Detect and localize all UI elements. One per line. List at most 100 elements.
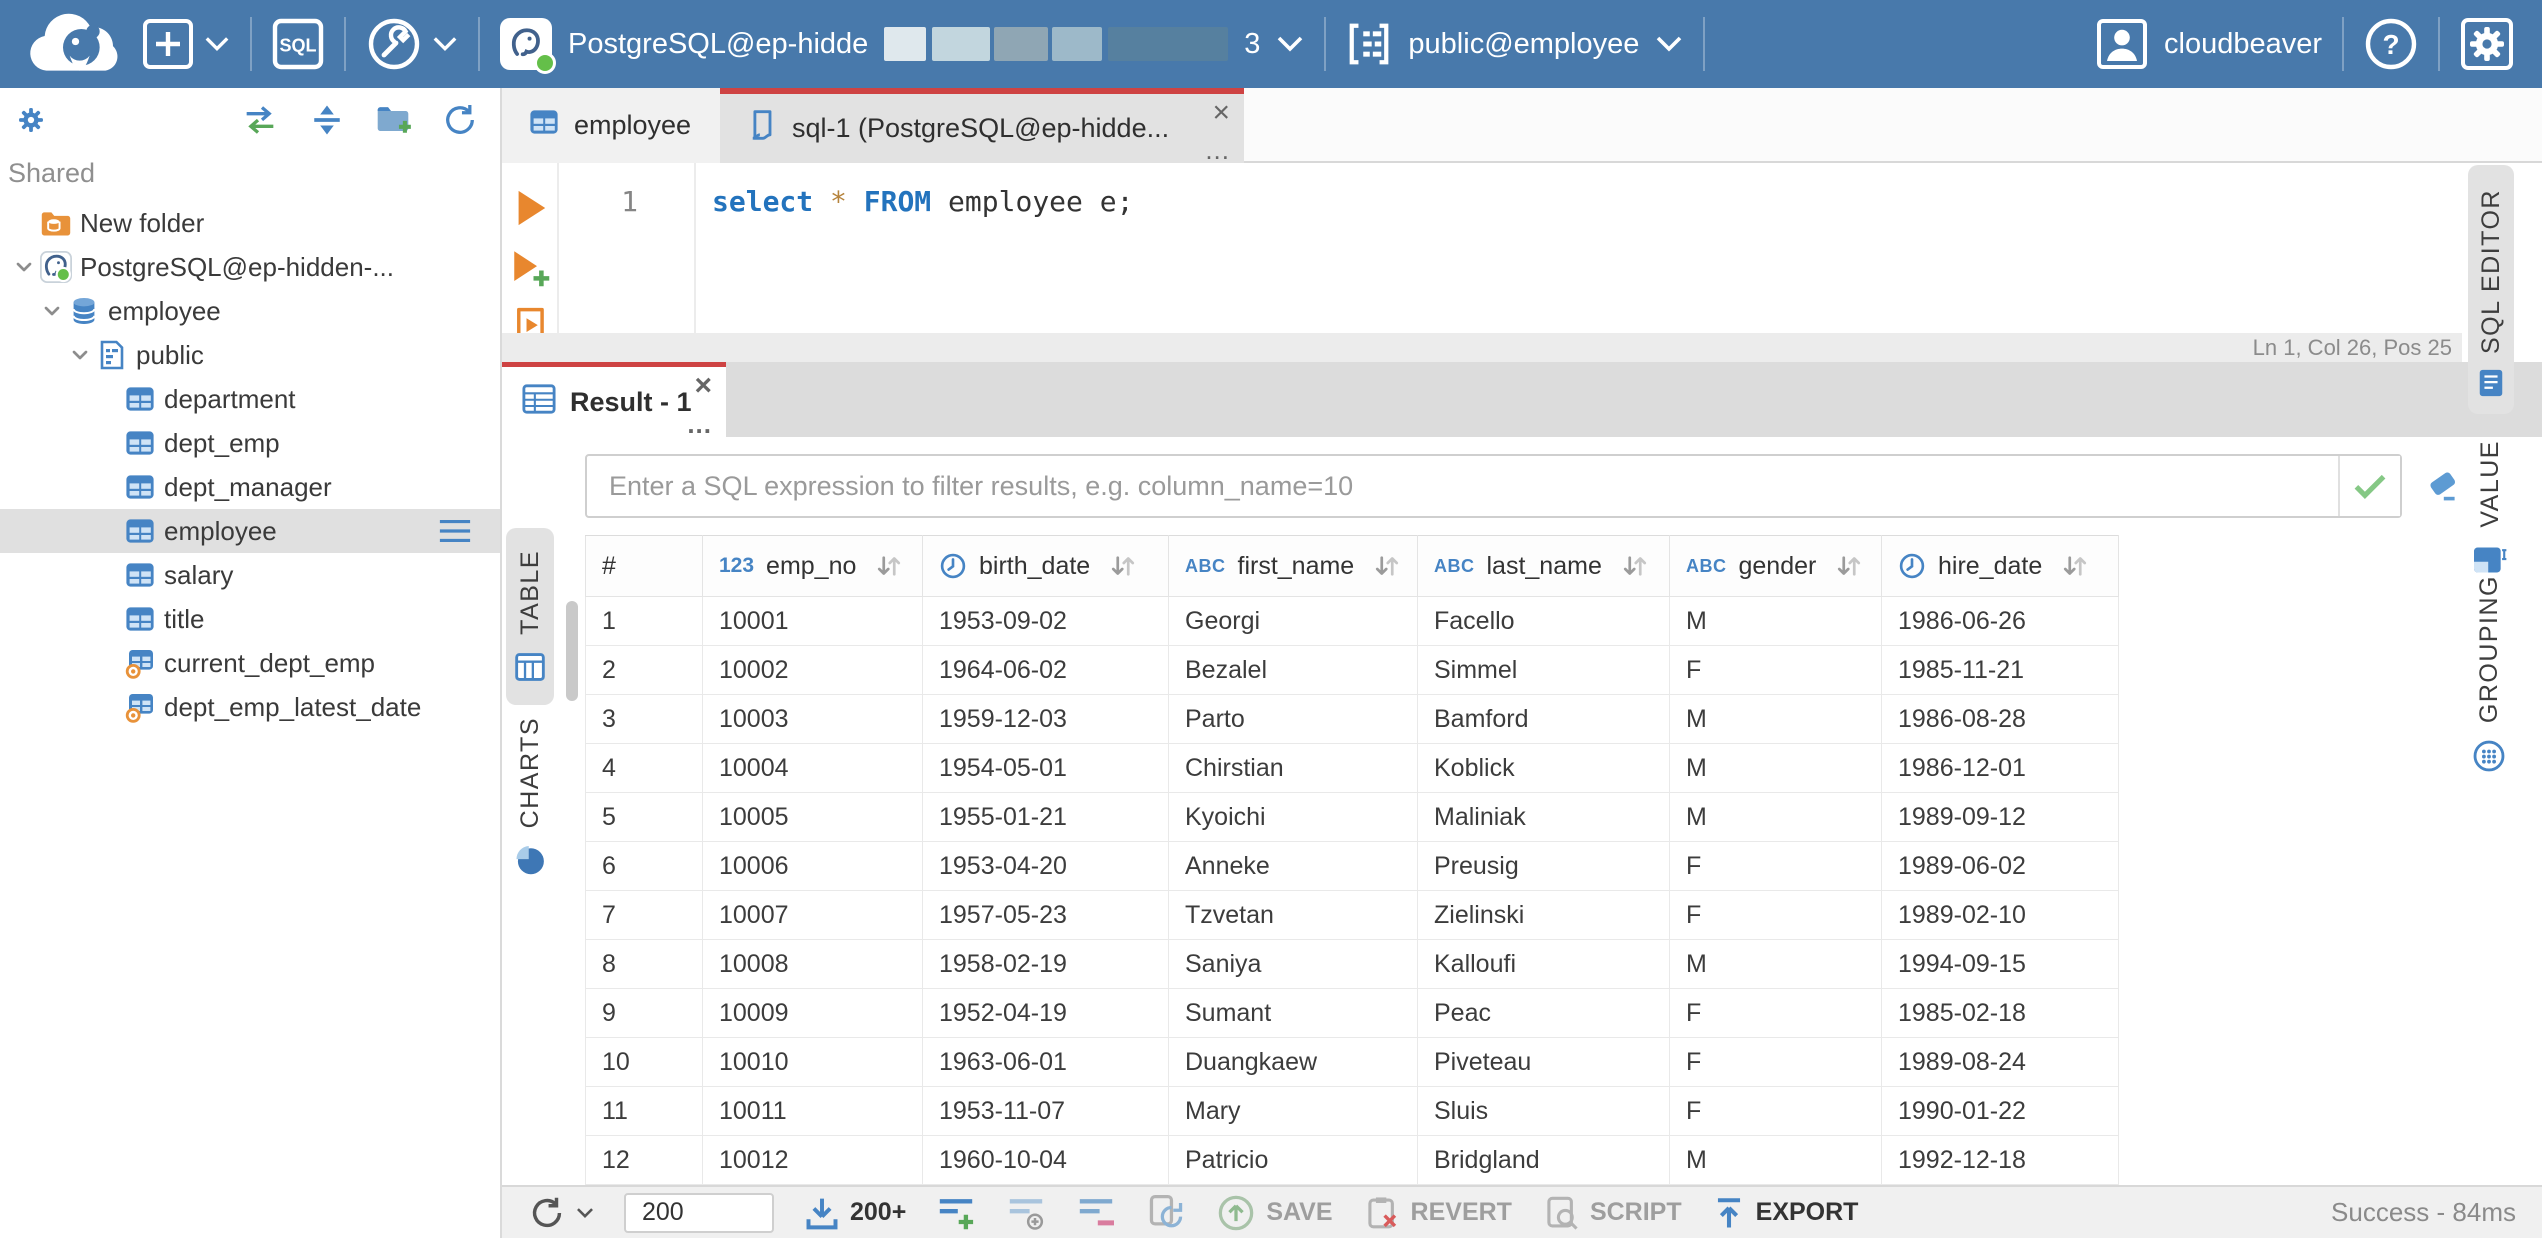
column-header-hire_date[interactable]: hire_date bbox=[1881, 535, 2119, 597]
table-cell[interactable]: M bbox=[1669, 1135, 1882, 1185]
sort-icon[interactable] bbox=[1372, 552, 1402, 580]
table-cell[interactable]: 6 bbox=[585, 841, 703, 891]
table-cell[interactable]: F bbox=[1669, 1037, 1882, 1087]
tree-item-dept-emp-latest-date[interactable]: dept_emp_latest_date bbox=[0, 685, 500, 729]
table-cell[interactable]: Tzvetan bbox=[1168, 890, 1418, 940]
table-cell[interactable]: Koblick bbox=[1417, 743, 1670, 793]
table-cell[interactable]: Patricio bbox=[1168, 1135, 1418, 1185]
table-cell[interactable]: 10 bbox=[585, 1037, 703, 1087]
driver-manager-button[interactable] bbox=[366, 16, 458, 72]
table-cell[interactable]: 1953-04-20 bbox=[922, 841, 1169, 891]
tree-item-current-dept-emp[interactable]: current_dept_emp bbox=[0, 641, 500, 685]
table-cell[interactable]: Saniya bbox=[1168, 939, 1418, 989]
table-cell[interactable]: 1953-09-02 bbox=[922, 596, 1169, 646]
sort-icon[interactable] bbox=[1834, 552, 1864, 580]
table-cell[interactable]: 4 bbox=[585, 743, 703, 793]
table-cell[interactable]: M bbox=[1669, 939, 1882, 989]
new-object-button[interactable] bbox=[142, 18, 230, 70]
tab-sql-editor-panel[interactable]: SQL EDITOR bbox=[2468, 165, 2514, 415]
user-menu[interactable]: cloudbeaver bbox=[2096, 18, 2322, 70]
script-button[interactable]: SCRIPT bbox=[1542, 1193, 1682, 1233]
sql-editor[interactable]: 1 select * FROM employee e; bbox=[502, 163, 2462, 347]
scrollbar-thumb[interactable] bbox=[566, 601, 578, 701]
table-cell[interactable]: 1992-12-18 bbox=[1881, 1135, 2119, 1185]
table-cell[interactable]: Bamford bbox=[1417, 694, 1670, 744]
table-cell[interactable]: Sumant bbox=[1168, 988, 1418, 1038]
cloudbeaver-logo[interactable] bbox=[24, 9, 132, 79]
table-cell[interactable]: Peac bbox=[1417, 988, 1670, 1038]
table-cell[interactable]: F bbox=[1669, 1086, 1882, 1136]
sidebar-settings-button[interactable] bbox=[10, 99, 52, 141]
table-cell[interactable]: 1960-10-04 bbox=[922, 1135, 1169, 1185]
tree-item-salary[interactable]: salary bbox=[0, 553, 500, 597]
table-cell[interactable]: Simmel bbox=[1417, 645, 1670, 695]
grid-scrollbar[interactable] bbox=[564, 597, 580, 1185]
duplicate-script-button[interactable] bbox=[1146, 1193, 1186, 1233]
tab-table-view[interactable]: TABLE bbox=[506, 528, 554, 705]
table-cell[interactable]: Chirstian bbox=[1168, 743, 1418, 793]
tab-overflow-icon[interactable]: ... bbox=[1205, 137, 1230, 163]
tree-item-public[interactable]: public bbox=[0, 333, 500, 377]
table-cell[interactable]: 1985-11-21 bbox=[1881, 645, 2119, 695]
table-cell[interactable]: 1986-06-26 bbox=[1881, 596, 2119, 646]
refresh-result-button[interactable] bbox=[528, 1194, 594, 1232]
table-cell[interactable]: 10003 bbox=[702, 694, 923, 744]
schema-selector[interactable]: public@employee bbox=[1346, 21, 1683, 67]
table-cell[interactable]: 10002 bbox=[702, 645, 923, 695]
table-cell[interactable]: 1994-09-15 bbox=[1881, 939, 2119, 989]
table-cell[interactable]: 9 bbox=[585, 988, 703, 1038]
table-cell[interactable]: 1989-09-12 bbox=[1881, 792, 2119, 842]
table-cell[interactable]: 1958-02-19 bbox=[922, 939, 1169, 989]
tab-overflow-icon[interactable]: ... bbox=[687, 411, 712, 437]
table-cell[interactable]: 1959-12-03 bbox=[922, 694, 1169, 744]
table-cell[interactable]: 3 bbox=[585, 694, 703, 744]
table-cell[interactable]: Kyoichi bbox=[1168, 792, 1418, 842]
table-cell[interactable]: M bbox=[1669, 596, 1882, 646]
table-cell[interactable]: 11 bbox=[585, 1086, 703, 1136]
refresh-tree-button[interactable] bbox=[438, 98, 482, 142]
close-icon[interactable]: × bbox=[1212, 96, 1230, 130]
tab-grouping-panel[interactable]: GROUPING bbox=[2472, 575, 2506, 773]
table-cell[interactable]: Zielinski bbox=[1417, 890, 1670, 940]
execute-new-tab-button[interactable] bbox=[509, 247, 551, 287]
table-cell[interactable]: 1964-06-02 bbox=[922, 645, 1169, 695]
table-cell[interactable]: 10012 bbox=[702, 1135, 923, 1185]
table-cell[interactable]: Georgi bbox=[1168, 596, 1418, 646]
sync-connections-button[interactable] bbox=[236, 99, 284, 141]
table-cell[interactable]: 10009 bbox=[702, 988, 923, 1038]
table-cell[interactable]: 5 bbox=[585, 792, 703, 842]
table-cell[interactable]: 10006 bbox=[702, 841, 923, 891]
chevron-down-icon[interactable] bbox=[36, 299, 68, 323]
table-cell[interactable]: 1955-01-21 bbox=[922, 792, 1169, 842]
tab-sql-1[interactable]: sql-1 (PostgreSQL@ep-hidde... × ... bbox=[720, 88, 1244, 163]
item-actions-icon[interactable] bbox=[438, 517, 472, 545]
table-cell[interactable]: 1953-11-07 bbox=[922, 1086, 1169, 1136]
sort-icon[interactable] bbox=[2060, 552, 2090, 580]
table-cell[interactable]: F bbox=[1669, 890, 1882, 940]
table-cell[interactable]: 1990-01-22 bbox=[1881, 1086, 2119, 1136]
chevron-down-icon[interactable] bbox=[8, 255, 40, 279]
table-cell[interactable]: Piveteau bbox=[1417, 1037, 1670, 1087]
sql-editor-button[interactable]: SQL bbox=[272, 18, 324, 70]
table-cell[interactable]: Duangkaew bbox=[1168, 1037, 1418, 1087]
table-cell[interactable]: 1952-04-19 bbox=[922, 988, 1169, 1038]
table-cell[interactable]: Bezalel bbox=[1168, 645, 1418, 695]
table-cell[interactable]: 1986-08-28 bbox=[1881, 694, 2119, 744]
table-cell[interactable]: 10010 bbox=[702, 1037, 923, 1087]
tree-item-new-folder[interactable]: New folder bbox=[0, 201, 500, 245]
tree-item-dept-manager[interactable]: dept_manager bbox=[0, 465, 500, 509]
apply-filter-button[interactable] bbox=[2338, 456, 2400, 516]
duplicate-row-button[interactable] bbox=[1006, 1195, 1046, 1231]
help-button[interactable]: ? bbox=[2364, 17, 2418, 71]
table-cell[interactable]: 10011 bbox=[702, 1086, 923, 1136]
execute-query-button[interactable] bbox=[511, 187, 549, 229]
close-icon[interactable]: × bbox=[694, 369, 712, 403]
column-header-gender[interactable]: ABC gender bbox=[1669, 535, 1882, 597]
tree-item-title[interactable]: title bbox=[0, 597, 500, 641]
table-cell[interactable]: Facello bbox=[1417, 596, 1670, 646]
table-cell[interactable]: 10001 bbox=[702, 596, 923, 646]
table-cell[interactable]: Mary bbox=[1168, 1086, 1418, 1136]
tree-item-department[interactable]: department bbox=[0, 377, 500, 421]
row-limit-input[interactable] bbox=[624, 1192, 774, 1233]
table-cell[interactable]: 10007 bbox=[702, 890, 923, 940]
